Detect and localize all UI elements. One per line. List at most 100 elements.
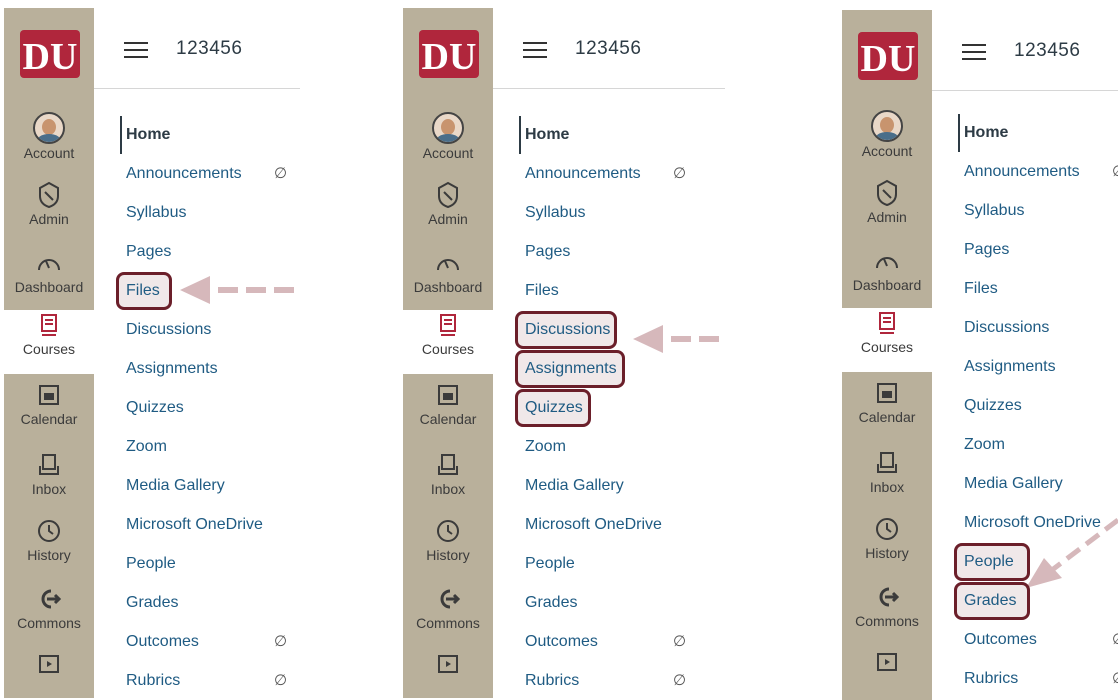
nav-history-label: History (27, 547, 71, 563)
course-nav-assignments[interactable]: Assignments (525, 354, 617, 384)
nav-my-media[interactable] (842, 646, 932, 700)
course-nav-media-gallery[interactable]: Media Gallery (964, 469, 1063, 499)
course-nav-outcomes[interactable]: Outcomes (964, 625, 1037, 655)
avatar (432, 112, 464, 144)
course-nav-files[interactable]: Files (964, 274, 998, 304)
arrow-left-icon (180, 276, 294, 304)
course-nav-zoom[interactable]: Zoom (126, 432, 167, 462)
nav-calendar[interactable]: Calendar (4, 380, 94, 444)
nav-admin[interactable]: Admin (842, 178, 932, 242)
nav-my-media[interactable] (403, 648, 493, 698)
eye-slash-icon: ∅ (673, 633, 687, 650)
course-nav-media-gallery[interactable]: Media Gallery (525, 471, 624, 501)
course-nav-rubrics[interactable]: Rubrics (126, 666, 180, 696)
canvas-panel-2: DU Account Admin Dashboard Courses Calen… (403, 8, 725, 698)
nav-history[interactable]: History (842, 514, 932, 578)
eye-slash-icon: ∅ (274, 633, 288, 650)
nav-account-label: Account (23, 145, 75, 161)
arrow-down-left-icon (1026, 518, 1118, 588)
course-nav-outcomes[interactable]: Outcomes (126, 627, 199, 657)
course-nav-grades[interactable]: Grades (525, 588, 577, 618)
course-nav-discussions[interactable]: Discussions (964, 313, 1049, 343)
nav-inbox[interactable]: Inbox (4, 450, 94, 514)
svg-text:DU: DU (422, 36, 477, 78)
course-nav-people[interactable]: People (126, 549, 176, 579)
nav-commons[interactable]: Commons (4, 584, 94, 648)
course-nav-discussions[interactable]: Discussions (126, 315, 211, 345)
nav-my-media[interactable] (4, 648, 94, 698)
hamburger-icon[interactable] (124, 42, 148, 58)
course-nav-announcements[interactable]: Announcements (126, 159, 242, 189)
course-nav-zoom[interactable]: Zoom (964, 430, 1005, 460)
shield-icon (39, 181, 59, 209)
clock-icon (437, 520, 459, 542)
course-nav-home[interactable]: Home (525, 120, 569, 150)
course-nav-people[interactable]: People (964, 547, 1014, 577)
course-nav-files[interactable]: Files (525, 276, 559, 306)
hamburger-icon[interactable] (523, 42, 547, 58)
course-nav-home[interactable]: Home (964, 118, 1008, 148)
course-nav-rubrics[interactable]: Rubrics (525, 666, 579, 696)
course-nav-discussions[interactable]: Discussions (525, 315, 610, 345)
nav-dashboard[interactable]: Dashboard (403, 248, 493, 312)
course-header: 123456 (94, 8, 300, 89)
eye-slash-icon: ∅ (1112, 669, 1118, 687)
course-nav-grades[interactable]: Grades (964, 586, 1016, 616)
nav-account[interactable]: Account (4, 112, 94, 176)
nav-history[interactable]: History (403, 516, 493, 580)
nav-dashboard-label: Dashboard (852, 277, 922, 293)
nav-courses[interactable]: Courses (842, 308, 932, 372)
course-nav-announcements[interactable]: Announcements (525, 159, 641, 189)
dashboard-icon (437, 259, 459, 271)
course-nav-outcomes[interactable]: Outcomes (525, 627, 598, 657)
nav-commons[interactable]: Commons (842, 582, 932, 646)
course-nav-assignments[interactable]: Assignments (964, 352, 1056, 382)
nav-admin[interactable]: Admin (4, 180, 94, 244)
nav-account[interactable]: Account (403, 112, 493, 176)
course-nav-assignments[interactable]: Assignments (126, 354, 218, 384)
nav-inbox[interactable]: Inbox (403, 450, 493, 514)
course-nav-syllabus[interactable]: Syllabus (126, 198, 186, 228)
course-nav-zoom[interactable]: Zoom (525, 432, 566, 462)
course-nav-announcements[interactable]: Announcements (964, 157, 1080, 187)
course-nav-onedrive[interactable]: Microsoft OneDrive (525, 510, 662, 540)
book-icon (440, 314, 456, 336)
course-nav-rubrics[interactable]: Rubrics (964, 664, 1018, 694)
nav-courses[interactable]: Courses (403, 310, 493, 374)
nav-dashboard-label: Dashboard (413, 279, 483, 295)
nav-admin-label: Admin (428, 211, 468, 227)
course-nav-pages[interactable]: Pages (964, 235, 1009, 265)
nav-commons[interactable]: Commons (403, 584, 493, 648)
nav-calendar[interactable]: Calendar (403, 380, 493, 444)
active-indicator (519, 116, 521, 154)
nav-courses[interactable]: Courses (4, 310, 94, 374)
course-nav-syllabus[interactable]: Syllabus (964, 196, 1024, 226)
hamburger-icon[interactable] (962, 44, 986, 60)
nav-history[interactable]: History (4, 516, 94, 580)
course-nav-pages[interactable]: Pages (525, 237, 570, 267)
course-nav-onedrive[interactable]: Microsoft OneDrive (126, 510, 263, 540)
canvas-panel-3: DU Account Admin Dashboard Courses Calen… (842, 10, 1118, 700)
nav-calendar-label: Calendar (419, 411, 477, 427)
nav-calendar[interactable]: Calendar (842, 378, 932, 442)
course-nav-people[interactable]: People (525, 549, 575, 579)
course-nav-pages[interactable]: Pages (126, 237, 171, 267)
course-nav-quizzes[interactable]: Quizzes (525, 393, 583, 423)
course-nav-files[interactable]: Files (126, 276, 160, 306)
nav-admin[interactable]: Admin (403, 180, 493, 244)
course-nav-home[interactable]: Home (126, 120, 170, 150)
active-indicator (120, 116, 122, 154)
nav-dashboard[interactable]: Dashboard (842, 246, 932, 310)
course-nav-grades[interactable]: Grades (126, 588, 178, 618)
nav-courses-label: Courses (421, 341, 475, 357)
nav-commons-label: Commons (416, 615, 480, 631)
nav-account[interactable]: Account (842, 110, 932, 174)
shield-icon (438, 181, 458, 209)
course-nav-quizzes[interactable]: Quizzes (964, 391, 1022, 421)
course-code: 123456 (176, 38, 243, 59)
course-nav-quizzes[interactable]: Quizzes (126, 393, 184, 423)
nav-inbox[interactable]: Inbox (842, 448, 932, 512)
course-nav-media-gallery[interactable]: Media Gallery (126, 471, 225, 501)
nav-dashboard[interactable]: Dashboard (4, 248, 94, 312)
course-nav-syllabus[interactable]: Syllabus (525, 198, 585, 228)
